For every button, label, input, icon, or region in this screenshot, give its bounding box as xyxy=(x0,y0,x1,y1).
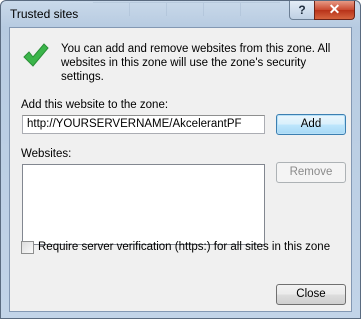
dialog-body: You can add and remove websites from thi… xyxy=(9,27,352,312)
website-url-input[interactable]: http://YOURSERVERNAME/AkcelerantPF xyxy=(22,115,265,134)
require-https-checkbox[interactable] xyxy=(21,241,34,254)
background-window-ghost xyxy=(93,2,280,19)
websites-list[interactable] xyxy=(22,164,265,245)
remove-button[interactable]: Remove xyxy=(276,162,346,183)
trusted-sites-window: Trusted sites ? ✕ You can add and remove… xyxy=(0,0,361,319)
add-site-label: Add this website to the zone: xyxy=(21,99,169,111)
window-close-button[interactable]: ✕ xyxy=(314,1,355,20)
add-button[interactable]: Add xyxy=(276,114,346,135)
close-button[interactable]: Close xyxy=(276,284,346,305)
zone-info-text: You can add and remove websites from thi… xyxy=(61,43,331,83)
require-https-label[interactable]: Require server verification (https:) for… xyxy=(38,241,330,253)
title-bar[interactable]: Trusted sites ? ✕ xyxy=(1,1,360,26)
help-button[interactable]: ? xyxy=(289,1,315,20)
window-title: Trusted sites xyxy=(10,7,79,21)
websites-label: Websites: xyxy=(21,148,72,160)
green-checkmark-icon xyxy=(22,42,50,73)
